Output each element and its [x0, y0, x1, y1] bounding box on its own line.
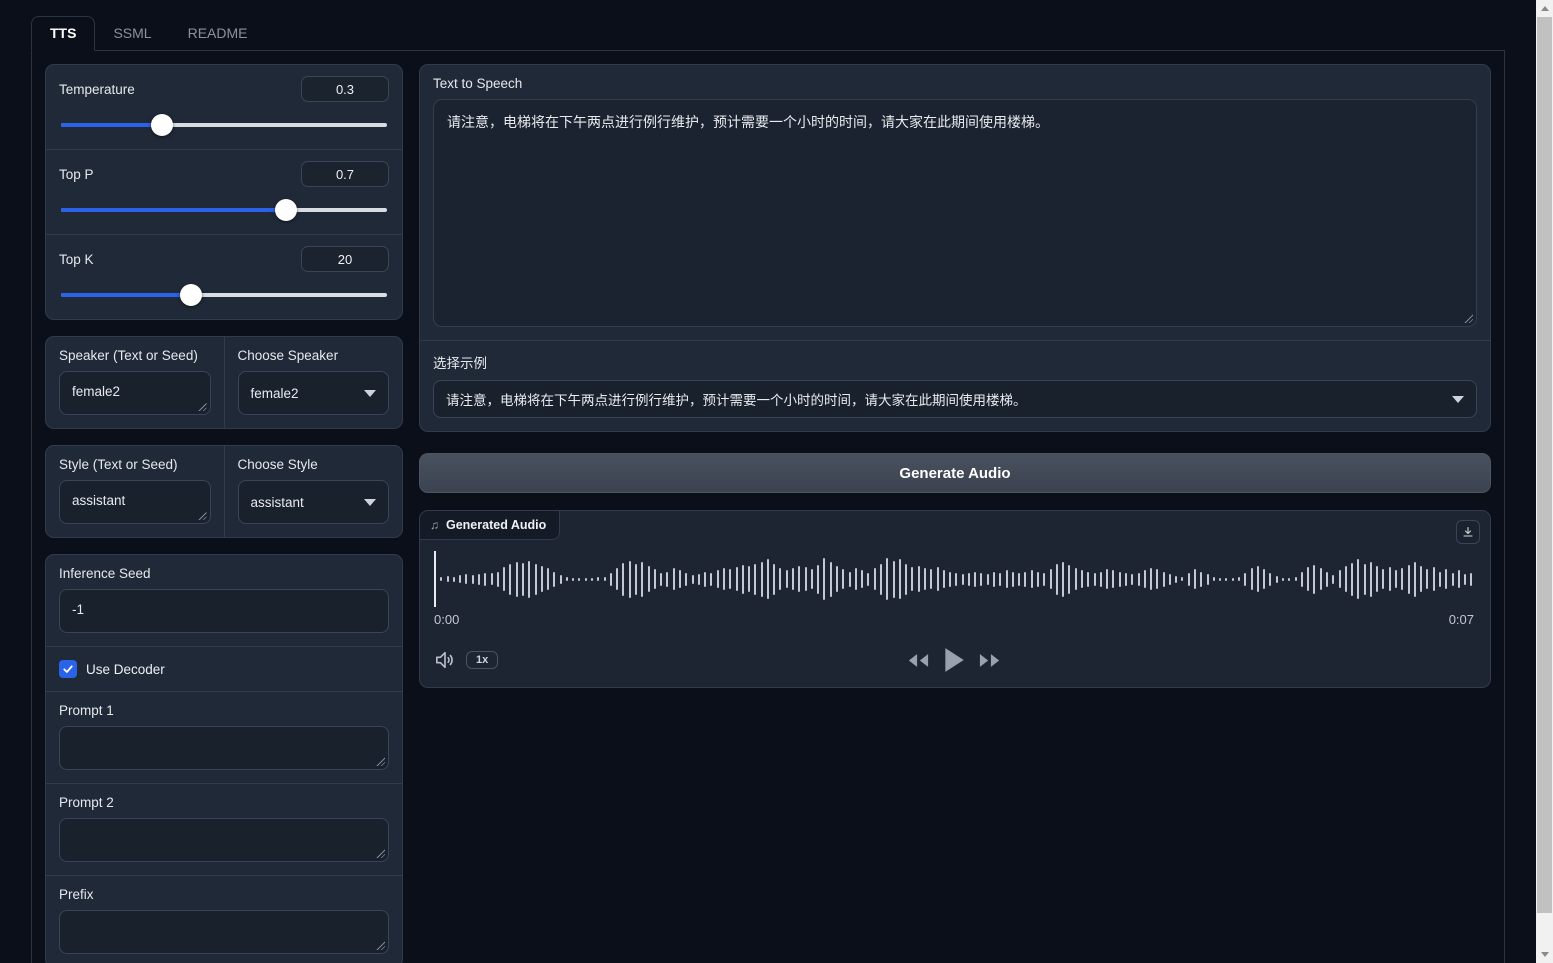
style-text-label: Style (Text or Seed) — [59, 457, 211, 472]
download-audio-button[interactable] — [1456, 520, 1480, 544]
generated-audio-chip: ♫ Generated Audio — [420, 511, 560, 540]
speaker-text-input[interactable]: female2 — [59, 371, 211, 415]
waveform[interactable] — [434, 551, 1474, 607]
tab-readme[interactable]: README — [170, 17, 266, 50]
volume-icon[interactable] — [434, 650, 456, 670]
scroll-up-arrow[interactable] — [1536, 0, 1553, 17]
choose-speaker-label: Choose Speaker — [238, 348, 390, 363]
temperature-value-input[interactable]: 0.3 — [301, 76, 389, 102]
examples-dropdown[interactable]: 请注意，电梯将在下午两点进行例行维护，预计需要一个小时的时间，请大家在此期间使用… — [433, 380, 1477, 418]
top-p-label: Top P — [59, 167, 94, 182]
temperature-label: Temperature — [59, 82, 135, 97]
play-icon[interactable] — [943, 647, 965, 673]
choose-speaker-dropdown[interactable]: female2 — [238, 371, 390, 415]
tts-text-label: Text to Speech — [433, 76, 1477, 91]
prompt2-label: Prompt 2 — [59, 795, 389, 810]
generated-audio-player: ♫ Generated Audio 0:00 0:07 — [419, 510, 1491, 688]
temperature-slider[interactable] — [61, 114, 387, 136]
style-panel: Style (Text or Seed) assistant Choose St… — [45, 445, 403, 538]
resize-handle-icon[interactable] — [197, 401, 207, 411]
top-k-row: Top K 20 — [46, 235, 402, 319]
style-text-input[interactable]: assistant — [59, 480, 211, 524]
scroll-down-arrow[interactable] — [1536, 946, 1553, 963]
resize-handle-icon[interactable] — [375, 940, 385, 950]
tab-content-tts: Temperature 0.3 Top P 0.7 — [31, 51, 1505, 963]
use-decoder-row[interactable]: Use Decoder — [46, 647, 402, 691]
top-k-label: Top K — [59, 252, 94, 267]
tab-bar: TTS SSML README — [31, 16, 1505, 51]
resize-handle-icon[interactable] — [375, 848, 385, 858]
use-decoder-label: Use Decoder — [86, 662, 165, 677]
tab-ssml[interactable]: SSML — [95, 17, 169, 50]
page: TTS SSML README Temperature 0.3 — [31, 16, 1505, 963]
playhead-cursor[interactable] — [434, 551, 436, 607]
misc-panel: Inference Seed -1 Use Decoder Prompt 1 — [45, 554, 403, 963]
top-p-value-input[interactable]: 0.7 — [301, 161, 389, 187]
download-icon — [1462, 526, 1474, 538]
resize-handle-icon[interactable] — [375, 756, 385, 766]
playback-speed-button[interactable]: 1x — [466, 651, 498, 669]
temperature-slider-handle[interactable] — [151, 114, 173, 136]
music-note-icon: ♫ — [430, 518, 439, 532]
prefix-label: Prefix — [59, 887, 389, 902]
top-k-slider[interactable] — [61, 284, 387, 306]
prompt2-input[interactable] — [59, 818, 389, 862]
chevron-down-icon — [364, 390, 376, 397]
tts-input-panel: Text to Speech 请注意，电梯将在下午两点进行例行维护，预计需要一个… — [419, 64, 1491, 432]
rewind-icon[interactable] — [907, 653, 929, 668]
speaker-panel: Speaker (Text or Seed) female2 Choose Sp… — [45, 336, 403, 429]
fast-forward-icon[interactable] — [979, 653, 1001, 668]
speaker-text-label: Speaker (Text or Seed) — [59, 348, 211, 363]
tts-text-input[interactable]: 请注意，电梯将在下午两点进行例行维护，预计需要一个小时的时间，请大家在此期间使用… — [433, 99, 1477, 327]
generate-audio-button[interactable]: Generate Audio — [419, 453, 1491, 493]
generated-audio-title: Generated Audio — [446, 518, 546, 532]
sampling-panel: Temperature 0.3 Top P 0.7 — [45, 64, 403, 320]
resize-handle-icon[interactable] — [197, 510, 207, 520]
choose-style-dropdown[interactable]: assistant — [238, 480, 390, 524]
check-icon — [62, 663, 74, 675]
scrollbar-thumb[interactable] — [1537, 17, 1552, 913]
right-column: Text to Speech 请注意，电梯将在下午两点进行例行维护，预计需要一个… — [419, 64, 1491, 963]
page-scrollbar[interactable] — [1536, 0, 1553, 963]
top-k-value-input[interactable]: 20 — [301, 246, 389, 272]
player-controls: 1x — [434, 643, 1474, 677]
top-p-slider-handle[interactable] — [275, 199, 297, 221]
inference-seed-label: Inference Seed — [59, 566, 389, 581]
choose-style-label: Choose Style — [238, 457, 390, 472]
left-column: Temperature 0.3 Top P 0.7 — [45, 64, 403, 963]
resize-handle-icon[interactable] — [1463, 313, 1473, 323]
prompt1-label: Prompt 1 — [59, 703, 389, 718]
tab-tts[interactable]: TTS — [31, 16, 95, 51]
examples-label: 选择示例 — [433, 352, 1477, 372]
inference-seed-input[interactable]: -1 — [59, 589, 389, 633]
top-p-row: Top P 0.7 — [46, 150, 402, 234]
top-k-slider-handle[interactable] — [180, 284, 202, 306]
prompt1-input[interactable] — [59, 726, 389, 770]
chevron-down-icon — [364, 499, 376, 506]
prefix-input[interactable] — [59, 910, 389, 954]
current-time: 0:00 — [434, 612, 459, 627]
temperature-row: Temperature 0.3 — [46, 65, 402, 149]
top-p-slider[interactable] — [61, 199, 387, 221]
duration: 0:07 — [1449, 612, 1474, 627]
use-decoder-checkbox[interactable] — [59, 660, 77, 678]
waveform-bars — [434, 551, 1474, 607]
chevron-down-icon — [1452, 396, 1464, 403]
